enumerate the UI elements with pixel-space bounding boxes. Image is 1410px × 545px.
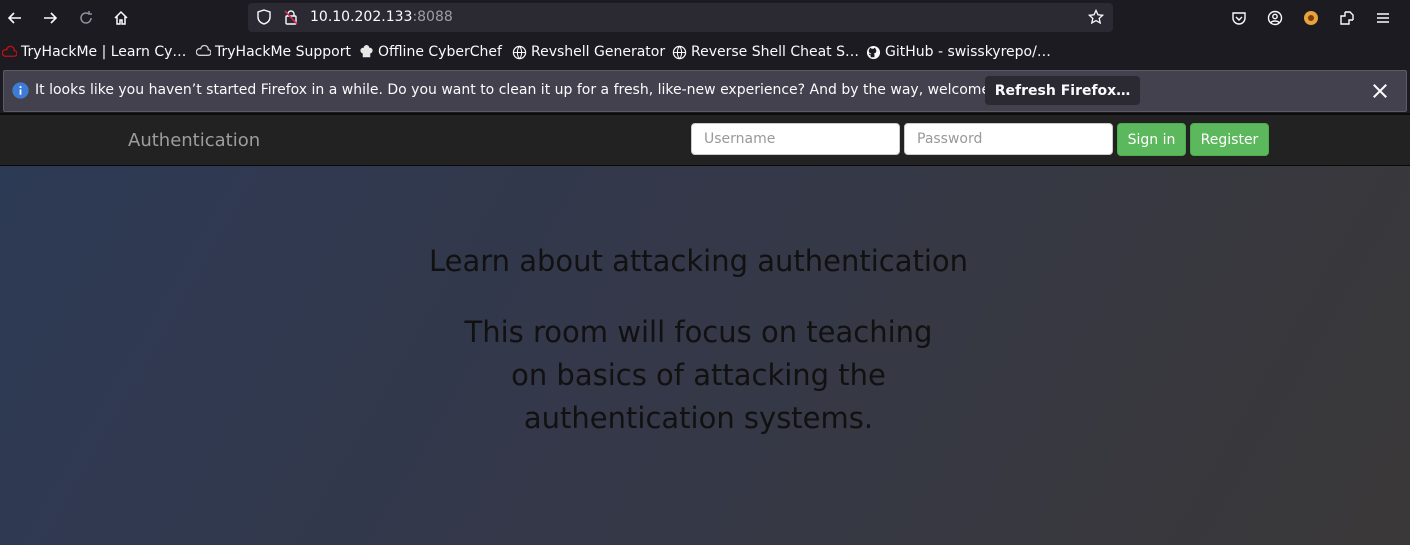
- github-icon: [866, 45, 881, 60]
- bookmark-reverse-shell[interactable]: Reverse Shell Cheat S…: [672, 43, 859, 61]
- bookmark-label: Reverse Shell Cheat S…: [691, 44, 859, 60]
- hero-subtitle: This room will focus on teaching on basi…: [464, 315, 933, 435]
- url-bar[interactable]: 10.10.202.133:8088: [248, 3, 1113, 32]
- username-input[interactable]: [691, 123, 900, 155]
- browser-toolbar: 10.10.202.133:8088: [0, 0, 1410, 36]
- refresh-firefox-button[interactable]: Refresh Firefox…: [985, 76, 1140, 105]
- pocket-icon[interactable]: [1226, 5, 1252, 31]
- info-icon: [12, 82, 29, 99]
- notification-text: It looks like you haven’t started Firefo…: [35, 82, 1034, 98]
- globe-icon: [672, 45, 687, 60]
- bookmark-github[interactable]: GitHub - swisskyrepo/…: [866, 43, 1051, 61]
- site-brand[interactable]: Authentication: [128, 130, 260, 151]
- bookmark-tryhackme[interactable]: TryHackMe | Learn Cy…: [2, 43, 186, 61]
- lock-icon[interactable]: [283, 9, 299, 25]
- password-input[interactable]: [904, 123, 1113, 155]
- menu-icon[interactable]: [1370, 5, 1396, 31]
- bookmark-label: Revshell Generator: [531, 44, 666, 60]
- firefox-refresh-notification: It looks like you haven’t started Firefo…: [3, 70, 1407, 112]
- back-icon[interactable]: [2, 5, 28, 31]
- tryhackme-icon: [2, 45, 17, 60]
- star-icon[interactable]: [1088, 9, 1104, 25]
- forward-icon[interactable]: [37, 5, 63, 31]
- cloud-icon: [196, 44, 211, 60]
- account-icon[interactable]: [1262, 5, 1288, 31]
- bookmark-tryhackme-support[interactable]: TryHackMe Support: [196, 43, 351, 61]
- hero-section: Learn about attacking authentication Thi…: [0, 166, 1410, 545]
- globe-icon: [512, 45, 527, 60]
- shield-icon[interactable]: [256, 9, 272, 25]
- bookmark-label: Offline CyberChef: [378, 44, 502, 60]
- register-button[interactable]: Register: [1190, 123, 1269, 156]
- site-navbar: Authentication Sign in Register: [0, 115, 1410, 166]
- bookmark-cyberchef[interactable]: Offline CyberChef: [359, 43, 502, 61]
- url-text: 10.10.202.133:8088: [310, 9, 453, 25]
- hero-title: Learn about attacking authentication: [428, 244, 969, 278]
- extension-icon[interactable]: [1298, 5, 1324, 31]
- sign-in-button[interactable]: Sign in: [1117, 123, 1186, 156]
- bookmark-label: TryHackMe Support: [215, 44, 351, 60]
- home-icon[interactable]: [108, 5, 134, 31]
- share-icon[interactable]: [1334, 5, 1360, 31]
- bookmark-label: TryHackMe | Learn Cy…: [21, 44, 187, 60]
- chef-icon: [359, 44, 374, 60]
- bookmark-revshell[interactable]: Revshell Generator: [512, 43, 665, 61]
- reload-icon[interactable]: [73, 5, 99, 31]
- bookmarks-bar: TryHackMe | Learn Cy… TryHackMe Support …: [0, 36, 1410, 68]
- close-icon[interactable]: [1370, 81, 1390, 101]
- url-host: 10.10.202.133: [310, 9, 413, 25]
- bookmark-label: GitHub - swisskyrepo/…: [885, 44, 1051, 60]
- url-port: :8088: [412, 9, 453, 25]
